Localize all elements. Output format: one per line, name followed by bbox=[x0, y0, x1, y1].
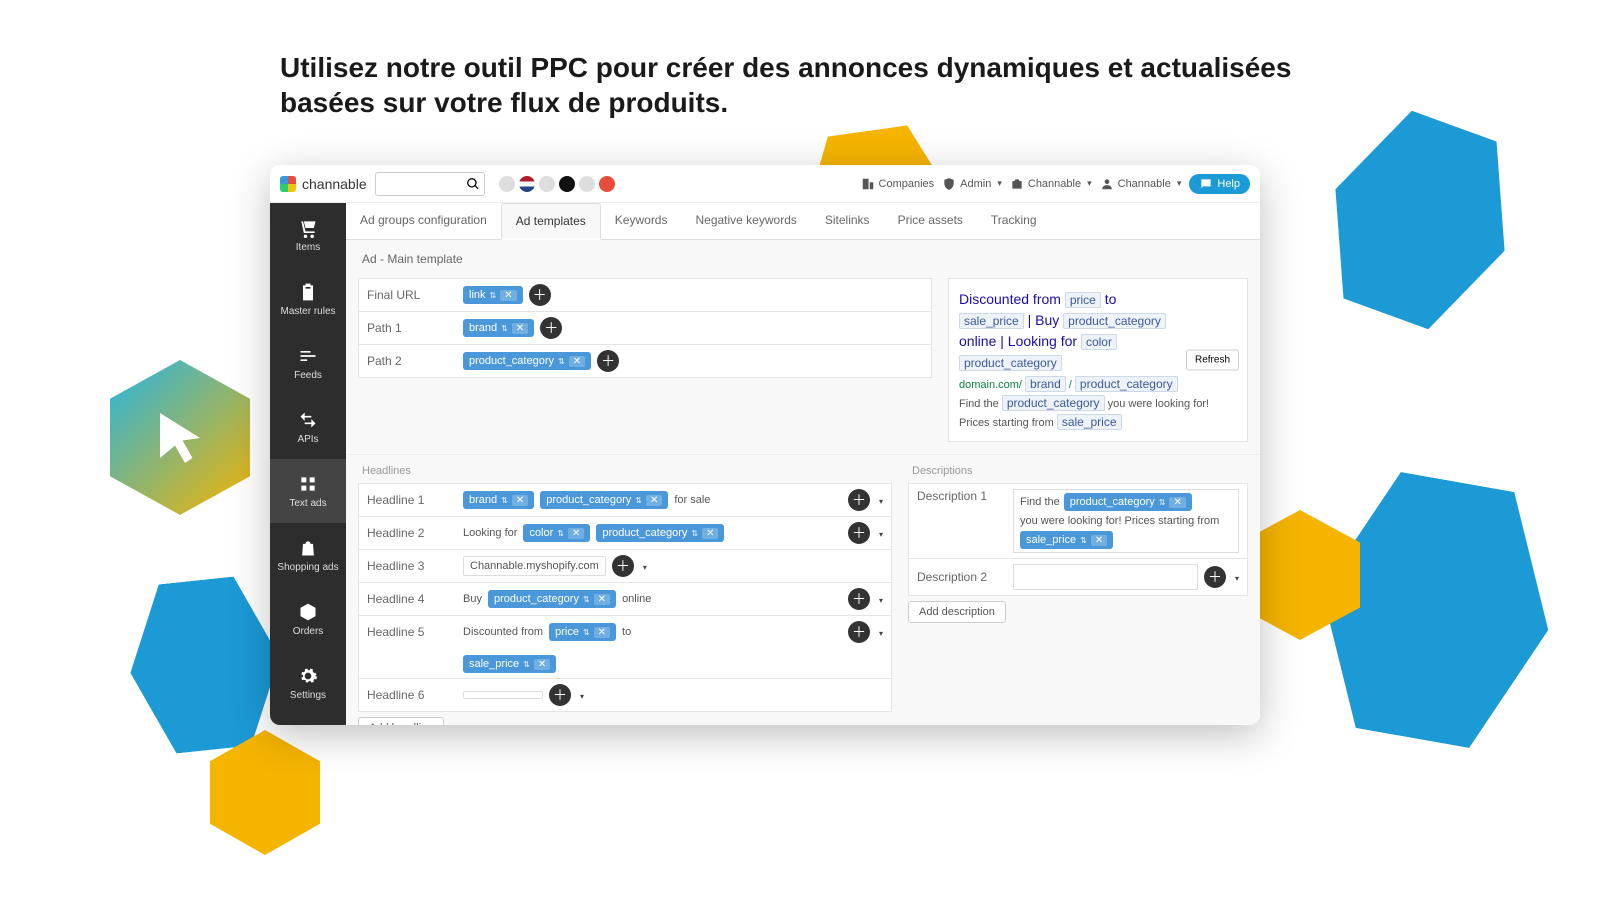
decorative-hexagon bbox=[1301, 95, 1539, 345]
token-sale-price[interactable]: sale_price⇅✕ bbox=[463, 655, 556, 673]
bag-icon bbox=[298, 538, 318, 558]
brand-name: channable bbox=[302, 176, 367, 192]
sidebar-item-shopping-ads[interactable]: Shopping ads bbox=[270, 523, 346, 587]
text-ads-icon bbox=[298, 474, 318, 494]
app-window: channable Companies Admin Channable Chan… bbox=[270, 165, 1260, 725]
sidebar-item-orders[interactable]: Orders bbox=[270, 587, 346, 651]
sort-icon[interactable]: ⇅ bbox=[501, 324, 508, 333]
tab-neg-keywords[interactable]: Negative keywords bbox=[681, 203, 810, 239]
path2-row: Path 2 product_category⇅✕ ＋ bbox=[358, 344, 932, 378]
box-icon bbox=[298, 602, 318, 622]
cursor-hexagon-icon bbox=[110, 360, 250, 515]
search-icon bbox=[466, 177, 480, 191]
description-2-input[interactable] bbox=[1013, 564, 1198, 590]
token-price[interactable]: price⇅✕ bbox=[549, 623, 616, 641]
arrows-icon bbox=[298, 410, 318, 430]
token-brand[interactable]: brand⇅✕ bbox=[463, 491, 534, 509]
add-description-button[interactable]: Add description bbox=[908, 601, 1006, 623]
add-token-button[interactable]: ＋ bbox=[549, 684, 571, 706]
tab-ad-templates[interactable]: Ad templates bbox=[501, 203, 601, 240]
add-headline-button[interactable]: Add headline bbox=[358, 717, 444, 725]
remove-icon[interactable]: ✕ bbox=[500, 290, 516, 301]
org-menu[interactable]: Channable bbox=[1010, 177, 1092, 191]
chat-icon bbox=[1199, 177, 1213, 191]
clipboard-icon bbox=[298, 282, 318, 302]
dot-icon bbox=[539, 176, 555, 192]
headlines-label: Headlines bbox=[358, 455, 892, 483]
brand: channable bbox=[280, 176, 367, 192]
sidebar: Items Master rules Feeds APIs Text ads S… bbox=[270, 203, 346, 725]
companies-link[interactable]: Companies bbox=[861, 177, 935, 191]
token-brand[interactable]: brand⇅✕ bbox=[463, 319, 534, 337]
dot-icon bbox=[579, 176, 595, 192]
description-1-input[interactable]: Find the product_category⇅✕ you were loo… bbox=[1013, 489, 1239, 553]
sort-icon[interactable]: ⇅ bbox=[490, 291, 497, 300]
ad-title: Ad - Main template bbox=[346, 240, 1260, 278]
gear-icon bbox=[298, 666, 318, 686]
phone-dot-icon[interactable] bbox=[599, 176, 615, 192]
add-token-button[interactable]: ＋ bbox=[848, 621, 870, 643]
sidebar-item-items[interactable]: Items bbox=[270, 203, 346, 267]
token-sale-price[interactable]: sale_price⇅✕ bbox=[1020, 531, 1113, 549]
preview-url: domain.com/ brand / product_category bbox=[959, 377, 1237, 391]
preview-desc: Find the product_category you were looki… bbox=[959, 394, 1237, 431]
sort-icon[interactable]: ⇅ bbox=[558, 357, 565, 366]
sidebar-item-text-ads[interactable]: Text ads bbox=[270, 459, 346, 523]
tab-ad-groups[interactable]: Ad groups configuration bbox=[346, 203, 501, 239]
search-input[interactable] bbox=[375, 172, 485, 196]
decorative-hexagon bbox=[122, 573, 289, 758]
sidebar-item-feeds[interactable]: Feeds bbox=[270, 331, 346, 395]
locale-dots bbox=[499, 176, 615, 192]
add-token-button[interactable]: ＋ bbox=[612, 555, 634, 577]
admin-menu[interactable]: Admin bbox=[942, 177, 1002, 191]
tab-keywords[interactable]: Keywords bbox=[601, 203, 682, 239]
add-token-button[interactable]: ＋ bbox=[848, 489, 870, 511]
token-color[interactable]: color⇅✕ bbox=[523, 524, 590, 542]
headline-6-input[interactable] bbox=[463, 691, 543, 699]
add-token-button[interactable]: ＋ bbox=[1204, 566, 1226, 588]
add-token-button[interactable]: ＋ bbox=[529, 284, 551, 306]
remove-icon[interactable]: ✕ bbox=[512, 323, 528, 334]
topbar: channable Companies Admin Channable Chan… bbox=[270, 165, 1260, 203]
add-token-button[interactable]: ＋ bbox=[540, 317, 562, 339]
refresh-button[interactable]: Refresh bbox=[1186, 350, 1239, 371]
dot-icon bbox=[499, 176, 515, 192]
hero-title: Utilisez notre outil PPC pour créer des … bbox=[280, 50, 1320, 120]
shield-icon bbox=[942, 177, 956, 191]
remove-icon[interactable]: ✕ bbox=[569, 356, 585, 367]
main-panel: Ad groups configuration Ad templates Key… bbox=[346, 203, 1260, 725]
cart-icon bbox=[298, 218, 318, 238]
path1-row: Path 1 brand⇅✕ ＋ bbox=[358, 311, 932, 345]
add-token-button[interactable]: ＋ bbox=[597, 350, 619, 372]
briefcase-icon bbox=[1010, 177, 1024, 191]
user-menu[interactable]: Channable bbox=[1100, 177, 1182, 191]
user-icon bbox=[1100, 177, 1114, 191]
tab-tracking[interactable]: Tracking bbox=[977, 203, 1051, 239]
headline-3-input[interactable]: Channable.myshopify.com bbox=[463, 556, 606, 576]
flag-nl-icon bbox=[519, 176, 535, 192]
token-product-category[interactable]: product_category⇅✕ bbox=[463, 352, 591, 370]
building-icon bbox=[861, 177, 875, 191]
dot-icon bbox=[559, 176, 575, 192]
sliders-icon bbox=[298, 346, 318, 366]
ad-preview: Refresh Discounted from price to sale_pr… bbox=[948, 278, 1248, 442]
token-link[interactable]: link⇅✕ bbox=[463, 286, 523, 304]
token-product-category[interactable]: product_category⇅✕ bbox=[1064, 493, 1192, 511]
token-product-category[interactable]: product_category⇅✕ bbox=[596, 524, 724, 542]
sidebar-item-settings[interactable]: Settings bbox=[270, 651, 346, 715]
add-token-button[interactable]: ＋ bbox=[848, 588, 870, 610]
final-url-row: Final URL link⇅✕ ＋ bbox=[358, 278, 932, 312]
help-button[interactable]: Help bbox=[1189, 174, 1250, 194]
sidebar-item-apis[interactable]: APIs bbox=[270, 395, 346, 459]
add-token-button[interactable]: ＋ bbox=[848, 522, 870, 544]
decorative-hexagon bbox=[210, 730, 320, 855]
tabs: Ad groups configuration Ad templates Key… bbox=[346, 203, 1260, 240]
sidebar-item-master-rules[interactable]: Master rules bbox=[270, 267, 346, 331]
token-product-category[interactable]: product_category⇅✕ bbox=[488, 590, 616, 608]
descriptions-label: Descriptions bbox=[908, 455, 1248, 483]
token-product-category[interactable]: product_category⇅✕ bbox=[540, 491, 668, 509]
brand-logo-icon bbox=[280, 176, 296, 192]
tab-price-assets[interactable]: Price assets bbox=[884, 203, 977, 239]
tab-sitelinks[interactable]: Sitelinks bbox=[811, 203, 884, 239]
